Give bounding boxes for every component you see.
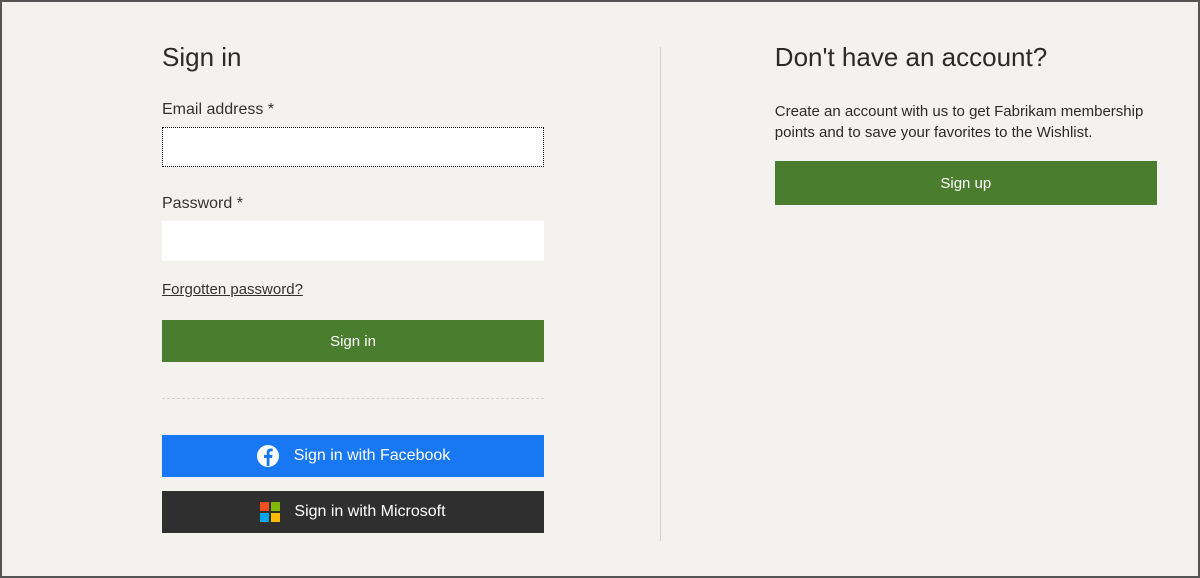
facebook-icon bbox=[256, 444, 280, 468]
facebook-signin-button[interactable]: Sign in with Facebook bbox=[162, 435, 544, 477]
password-input[interactable] bbox=[162, 221, 544, 261]
auth-container: Sign in Email address * Password * Forgo… bbox=[2, 2, 1198, 576]
signin-panel: Sign in Email address * Password * Forgo… bbox=[2, 2, 660, 576]
forgot-password-link[interactable]: Forgotten password? bbox=[162, 281, 303, 298]
signup-panel: Don't have an account? Create an account… bbox=[660, 2, 1198, 576]
email-label: Email address * bbox=[162, 101, 580, 119]
microsoft-button-label: Sign in with Microsoft bbox=[294, 503, 445, 521]
email-input[interactable] bbox=[162, 127, 544, 167]
signup-button[interactable]: Sign up bbox=[775, 161, 1157, 205]
signup-button-label: Sign up bbox=[940, 175, 991, 192]
password-label: Password * bbox=[162, 195, 580, 213]
signin-button[interactable]: Sign in bbox=[162, 320, 544, 362]
microsoft-icon bbox=[260, 502, 280, 522]
signup-description: Create an account with us to get Fabrika… bbox=[775, 101, 1155, 143]
microsoft-signin-button[interactable]: Sign in with Microsoft bbox=[162, 491, 544, 533]
signin-heading: Sign in bbox=[162, 42, 580, 73]
vertical-divider bbox=[660, 47, 661, 541]
signup-heading: Don't have an account? bbox=[775, 42, 1158, 73]
signin-button-label: Sign in bbox=[330, 333, 376, 350]
divider-horizontal bbox=[162, 398, 544, 399]
facebook-button-label: Sign in with Facebook bbox=[294, 447, 451, 465]
